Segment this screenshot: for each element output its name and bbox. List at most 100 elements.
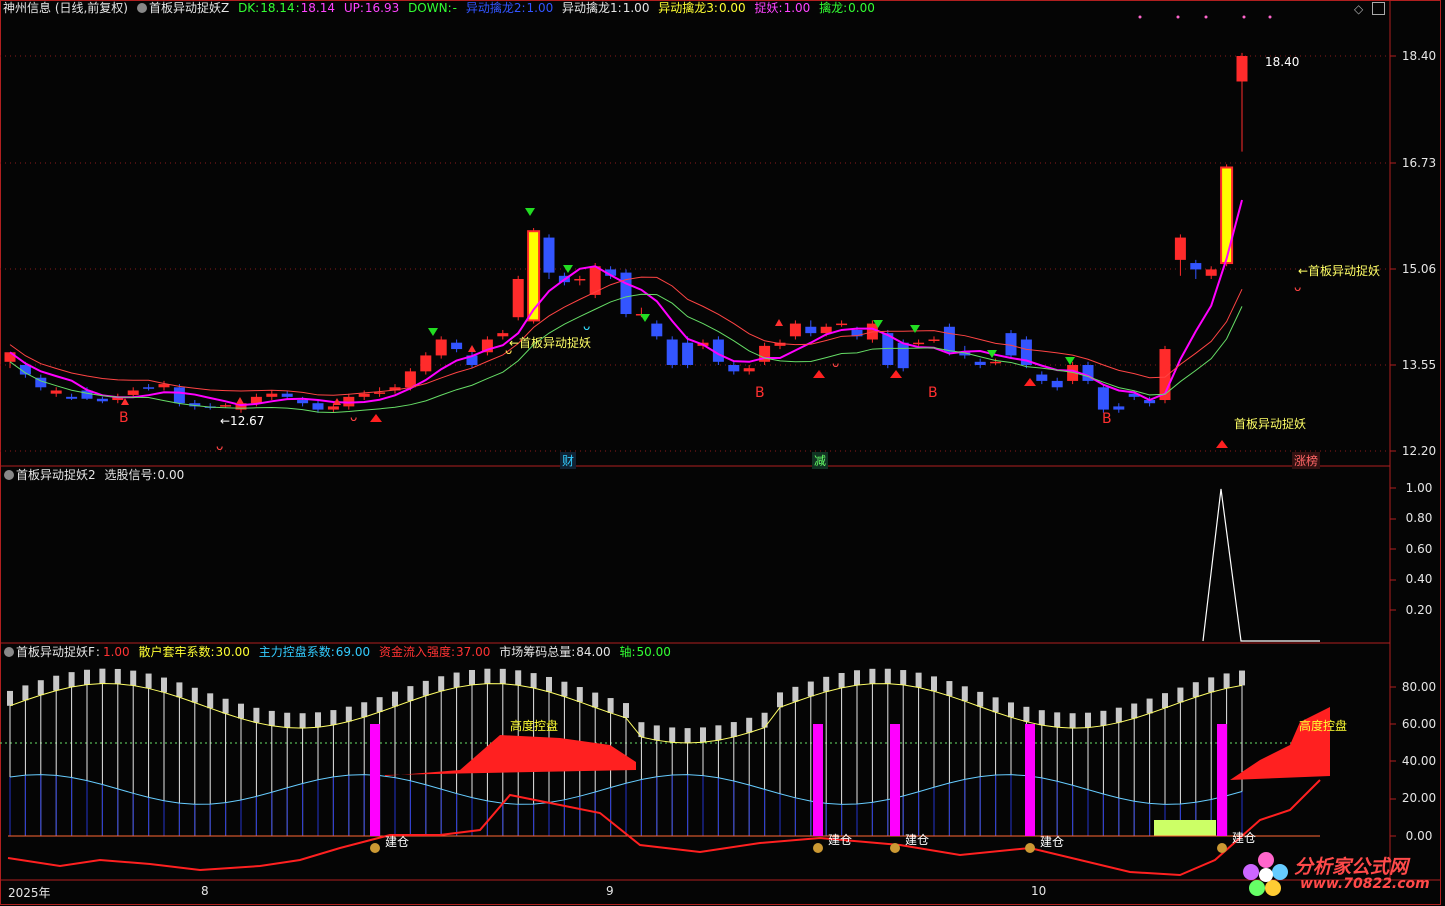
event-fin[interactable]: 财	[560, 452, 577, 469]
signal-label-3: 首板异动捉妖	[1234, 417, 1307, 431]
candle-body	[974, 361, 986, 365]
candle-body	[574, 278, 586, 281]
build-label-4: 建仓	[1040, 835, 1065, 849]
candle-body	[220, 405, 232, 407]
butterfly-icon: ᴗ	[216, 439, 223, 453]
chip-top-block	[576, 687, 583, 702]
event-reduce[interactable]: 减	[812, 452, 829, 469]
up-label: UP:	[343, 1, 364, 15]
chip-top-block	[161, 677, 167, 693]
event-list[interactable]: 涨榜	[1292, 452, 1321, 469]
marker-dot	[1242, 15, 1246, 19]
chip-top-block	[37, 680, 44, 696]
candle-body	[666, 339, 678, 365]
candle-body	[528, 231, 540, 321]
chip-top-block	[99, 668, 106, 684]
candle-body	[512, 278, 524, 318]
chip-top-block	[1239, 670, 1245, 686]
indicator3-name[interactable]: 首板异动捉妖F	[16, 645, 95, 659]
chip-top-block	[176, 682, 183, 698]
candle-body	[820, 326, 832, 334]
chip-top-block	[530, 673, 537, 688]
dk-sep: :	[295, 1, 300, 15]
restore-icon[interactable]	[1372, 2, 1385, 15]
p3-tick-1: 80.00	[1401, 680, 1437, 694]
chip-top-block	[961, 686, 968, 702]
chip-top-block	[515, 670, 522, 686]
candle-body	[789, 323, 801, 337]
chip-top-block	[807, 681, 814, 697]
p2-tick-4: 0.40	[1405, 572, 1433, 586]
candle-body	[4, 352, 16, 362]
accumulation-area	[1154, 820, 1216, 836]
p3-tick-4: 20.00	[1401, 791, 1437, 805]
control-label-2: 高度控盘	[1299, 719, 1348, 733]
ql-label: 擒龙:	[819, 1, 848, 15]
p2-tick-3: 0.60	[1405, 542, 1433, 556]
timeline-aug: 8	[201, 884, 209, 898]
logo-url: www.70822.com	[1300, 876, 1430, 892]
chip-top-block	[469, 669, 475, 685]
indicator3-toggle-icon[interactable]	[4, 647, 14, 657]
chip-top-block	[207, 693, 214, 709]
diamond-icon[interactable]: ◇	[1354, 2, 1363, 16]
indicator-name[interactable]: 首板异动捉妖Z	[149, 1, 229, 15]
indicator2-toggle-icon[interactable]	[4, 470, 14, 480]
chip-top-block	[992, 697, 999, 713]
candle-body	[266, 393, 278, 397]
p1-tick-3: 15.06	[1401, 262, 1437, 276]
candle-body	[143, 387, 155, 389]
signal-value: 0.00	[157, 468, 185, 482]
marker-dot	[1176, 15, 1180, 19]
candle-body	[312, 403, 324, 410]
s5-label: 轴:	[619, 645, 636, 659]
yd3-value: 0.00	[718, 1, 746, 15]
chip-top-block	[1054, 712, 1061, 728]
chip-top-block	[1223, 673, 1230, 689]
chip-top-block	[330, 710, 337, 725]
butterfly-icon: ᴗ	[350, 410, 357, 424]
buy-marker-3: B	[928, 385, 938, 401]
candle-body	[1097, 387, 1109, 410]
chip-top-block	[1208, 677, 1215, 693]
candle-body	[281, 393, 293, 397]
chip-top-block	[792, 686, 799, 702]
chip-top-block	[730, 722, 737, 737]
chip-top-block	[238, 703, 244, 719]
chip-top-block	[376, 697, 383, 713]
s3-label: 资金流入强度:	[378, 645, 456, 659]
p1-tick-1: 18.40	[1401, 49, 1437, 63]
chip-top-block	[1146, 698, 1153, 714]
butterfly-icon: ᴗ	[1294, 280, 1301, 294]
yd3-label: 异动擒龙3:	[658, 1, 718, 15]
s5-value: 50.00	[636, 645, 671, 659]
chip-top-block	[422, 680, 429, 696]
buy-marker-1: B	[119, 410, 129, 426]
s1-value: 30.00	[215, 645, 250, 659]
chip-top-block	[561, 681, 568, 697]
chip-top-block	[653, 725, 660, 741]
chart-window: { "colors":{"up":"#ff2b2b","down":"#3355…	[0, 0, 1445, 906]
yd1-value: 1.00	[622, 1, 650, 15]
control-area-1	[385, 735, 636, 776]
candle-body	[928, 339, 940, 342]
build-label-3: 建仓	[905, 833, 930, 847]
low-price-label: ←12.67	[220, 414, 265, 428]
chip-top-block	[345, 706, 352, 722]
chip-top-block	[977, 691, 984, 707]
s4-value: 84.00	[576, 645, 611, 659]
chip-top-block	[884, 668, 891, 684]
chip-top-block	[438, 676, 445, 692]
up-arrow-icon	[468, 345, 476, 352]
triangle-up-icon	[1216, 440, 1228, 448]
zy-value: 1.00	[783, 1, 811, 15]
chip-top-block	[1192, 682, 1199, 698]
triangle-up-icon	[813, 370, 825, 378]
chip-top-block	[869, 668, 876, 684]
down-arrow-icon	[1065, 357, 1075, 365]
indicator-toggle-icon[interactable]	[137, 3, 147, 13]
indicator2-name[interactable]: 首板异动捉妖2	[16, 468, 96, 482]
signal-label: 选股信号:	[104, 468, 157, 482]
s2-value: 69.00	[335, 645, 371, 659]
panel3-header: 首板异动捉妖F: 1.00 散户套牢系数:30.00 主力控盘系数:69.00 资…	[0, 644, 676, 661]
